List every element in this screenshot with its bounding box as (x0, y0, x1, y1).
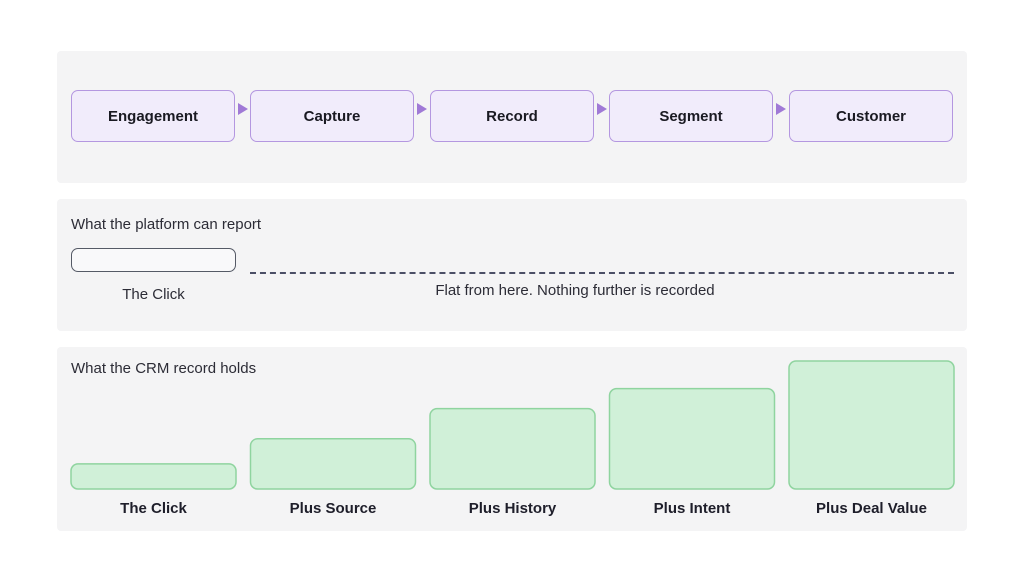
flow-panel: Engagement Capture Record Segment Custom… (57, 51, 967, 183)
step-segment: Segment (609, 90, 773, 142)
crm-panel: What the CRM record holds The Click Plus … (57, 347, 967, 531)
step-record: Record (430, 90, 594, 142)
flat-label: Flat from here. Nothing further is recor… (435, 282, 715, 299)
arrow-right-icon (238, 103, 248, 115)
flat-dashed-line (250, 272, 954, 274)
bar-label-the-click: The Click (120, 500, 187, 517)
arrow-right-icon (597, 103, 607, 115)
bar-label-plus-source: Plus Source (289, 500, 377, 517)
step-engagement: Engagement (71, 90, 235, 142)
bar-the-click (70, 463, 237, 490)
bar-label-plus-intent: Plus Intent (653, 500, 731, 517)
bar-label-plus-deal-value: Plus Deal Value (816, 500, 927, 517)
bar-plus-history (429, 407, 596, 490)
click-label: The Click (122, 286, 185, 303)
platform-title: What the platform can report (71, 216, 262, 233)
click-bar (71, 248, 236, 272)
bar-label-plus-history: Plus History (468, 500, 557, 517)
platform-panel: What the platform can report The Click F… (57, 199, 967, 331)
arrow-right-icon (417, 103, 427, 115)
bar-plus-intent (608, 387, 776, 490)
step-capture: Capture (250, 90, 414, 142)
arrow-right-icon (776, 103, 786, 115)
step-customer: Customer (789, 90, 953, 142)
bar-plus-source (249, 438, 417, 490)
bar-plus-deal-value (788, 360, 955, 490)
